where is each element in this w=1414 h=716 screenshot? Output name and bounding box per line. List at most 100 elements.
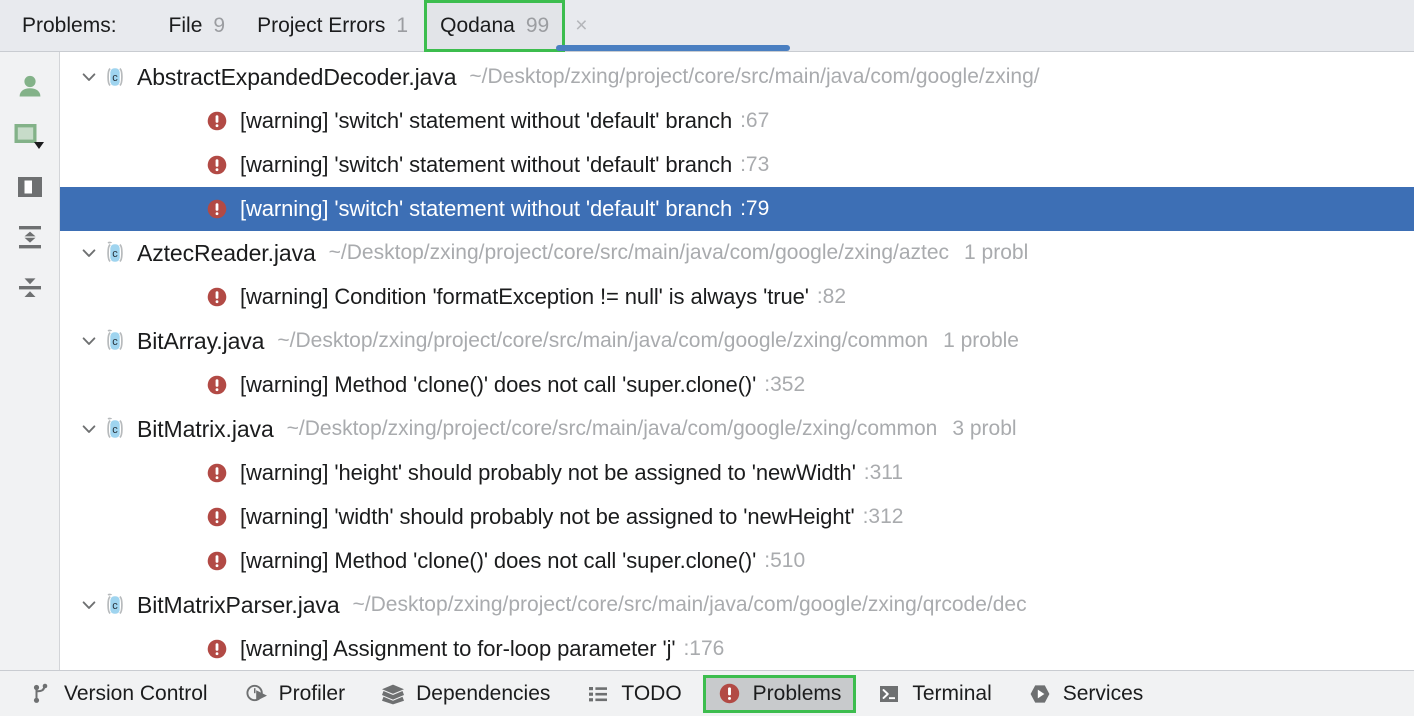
problem-message: [warning] Condition 'formatException != … — [240, 284, 809, 309]
tree-row-file[interactable]: c AbstractExpandedDecoder.java ~/Desktop/z… — [60, 55, 1414, 99]
problems-label: Problems: — [22, 13, 117, 37]
tree-row-problem[interactable]: [warning] Method 'clone()' does not call… — [60, 539, 1414, 583]
tree-row-file[interactable]: c BitMatrix.java ~/Desktop/zxing/project/c… — [60, 407, 1414, 451]
problem-line-number: :352 — [764, 373, 806, 396]
java-class-icon: c — [102, 240, 128, 266]
error-icon — [206, 154, 228, 176]
tab-project-errors[interactable]: Project Errors 1 — [241, 0, 424, 52]
tree-row-problem[interactable]: [warning] Condition 'formatException != … — [60, 275, 1414, 319]
file-problem-count: 1 probl — [964, 241, 1029, 264]
statusbar-item-label: Terminal — [912, 681, 992, 705]
selected-tab-underline — [556, 45, 790, 51]
list-icon — [586, 683, 610, 705]
file-name: AbstractExpandedDecoder.java — [137, 63, 457, 90]
file-name: BitArray.java — [137, 327, 265, 354]
statusbar-item-label: Dependencies — [416, 681, 551, 705]
problem-line-number: :67 — [740, 109, 770, 132]
close-icon[interactable]: × — [575, 15, 587, 36]
tab-count-badge: 99 — [525, 13, 550, 37]
statusbar-item-services[interactable]: Services — [1013, 675, 1159, 713]
tree-row-problem[interactable]: [warning] 'width' should probably not be… — [60, 495, 1414, 539]
problem-message: [warning] 'width' should probably not be… — [240, 504, 855, 529]
statusbar-item-version-control[interactable]: Version Control — [14, 675, 223, 713]
svg-text:c: c — [112, 248, 118, 260]
file-path: ~/Desktop/zxing/project/core/src/main/ja… — [469, 65, 1040, 88]
problem-line-number: :312 — [862, 505, 904, 528]
tree-row-problem[interactable]: [warning] 'switch' statement without 'de… — [60, 187, 1414, 231]
chevron-down-icon[interactable] — [76, 332, 102, 350]
problem-message: [warning] 'switch' statement without 'de… — [240, 152, 733, 177]
problem-line-number: :510 — [764, 549, 806, 572]
svg-text:c: c — [112, 424, 118, 436]
statusbar-item-label: Version Control — [64, 681, 208, 705]
tree-row-file[interactable]: c AztecReader.java ~/Desktop/zxing/project… — [60, 231, 1414, 275]
file-name: BitMatrixParser.java — [137, 591, 340, 618]
collapse-all-icon[interactable] — [8, 262, 52, 312]
tab-label: File — [168, 13, 203, 37]
tab-file[interactable]: File 9 — [153, 0, 242, 52]
problem-message: [warning] Assignment to for-loop paramet… — [240, 636, 676, 661]
statusbar-item-profiler[interactable]: Profiler — [229, 675, 361, 713]
error-icon — [206, 550, 228, 572]
tree-row-problem[interactable]: [warning] 'switch' statement without 'de… — [60, 143, 1414, 187]
error-icon — [206, 506, 228, 528]
tree-row-file[interactable]: c BitMatrixParser.java ~/Desktop/zxing/pro… — [60, 583, 1414, 627]
file-path: ~/Desktop/zxing/project/core/src/main/ja… — [352, 593, 1027, 616]
problems-tree[interactable]: c AbstractExpandedDecoder.java ~/Desktop/z… — [60, 52, 1414, 670]
statusbar-item-todo[interactable]: TODO — [571, 675, 696, 713]
terminal-icon — [877, 683, 901, 705]
tree-row-file[interactable]: c BitArray.java ~/Desktop/zxing/project/co… — [60, 319, 1414, 363]
services-icon — [1028, 683, 1052, 705]
statusbar-item-label: Profiler — [278, 681, 346, 705]
problems-tool-window: Problems: File 9 Project Errors 1 Qodana 99 × — [0, 0, 1414, 716]
statusbar-item-dependencies[interactable]: Dependencies — [366, 675, 565, 713]
tree-row-problem[interactable]: [warning] 'height' should probably not b… — [60, 451, 1414, 495]
tab-label: Qodana — [440, 13, 515, 37]
preview-panel-icon[interactable] — [8, 112, 52, 162]
tree-row-problem[interactable]: [warning] 'switch' statement without 'de… — [60, 99, 1414, 143]
problem-line-number: :73 — [740, 153, 770, 176]
java-class-icon: c — [102, 416, 128, 442]
error-icon — [206, 286, 228, 308]
file-path: ~/Desktop/zxing/project/core/src/main/ja… — [286, 417, 938, 440]
tree-row-problem[interactable]: [warning] Method 'clone()' does not call… — [60, 363, 1414, 407]
chevron-down-icon[interactable] — [76, 596, 102, 614]
error-icon — [206, 374, 228, 396]
problem-message: [warning] 'height' should probably not b… — [240, 460, 856, 485]
chevron-down-icon[interactable] — [76, 244, 102, 262]
svg-text:c: c — [112, 600, 118, 612]
file-problem-count: 1 proble — [943, 329, 1019, 352]
statusbar-item-terminal[interactable]: Terminal — [862, 675, 1006, 713]
chevron-down-icon[interactable] — [76, 420, 102, 438]
problem-line-number: :311 — [863, 461, 904, 484]
statusbar-item-label: TODO — [621, 681, 682, 705]
svg-text:c: c — [112, 336, 118, 348]
file-problem-count: 3 probl — [952, 417, 1017, 440]
statusbar-item-label: Problems — [752, 681, 842, 705]
profiler-icon — [244, 683, 268, 705]
tab-qodana[interactable]: Qodana 99 — [424, 0, 566, 52]
tool-window-body: c AbstractExpandedDecoder.java ~/Desktop/z… — [0, 52, 1414, 670]
statusbar-item-label: Services — [1062, 681, 1144, 705]
split-layout-icon[interactable] — [8, 162, 52, 212]
problem-line-number: :82 — [816, 285, 847, 308]
statusbar-item-problems[interactable]: Problems — [702, 674, 857, 713]
problem-message: [warning] Method 'clone()' does not call… — [240, 548, 757, 573]
problem-line-number: :79 — [740, 197, 770, 220]
problem-message: [warning] Method 'clone()' does not call… — [240, 372, 757, 397]
tree-row-problem[interactable]: [warning] Assignment to for-loop paramet… — [60, 627, 1414, 670]
tab-count-badge: 1 — [396, 13, 409, 37]
tab-count-badge: 9 — [213, 13, 226, 37]
user-filter-icon[interactable] — [8, 62, 52, 112]
problem-line-number: :176 — [683, 637, 725, 660]
error-icon — [718, 683, 742, 705]
file-name: BitMatrix.java — [137, 415, 274, 442]
java-class-icon: c — [102, 328, 128, 354]
chevron-down-icon[interactable] — [76, 68, 102, 86]
svg-text:c: c — [112, 72, 118, 84]
tab-list: File 9 Project Errors 1 Qodana 99 × — [153, 0, 587, 52]
tab-label: Project Errors — [257, 13, 386, 37]
expand-all-icon[interactable] — [8, 212, 52, 262]
error-icon — [206, 198, 228, 220]
java-class-icon: c — [102, 592, 128, 618]
